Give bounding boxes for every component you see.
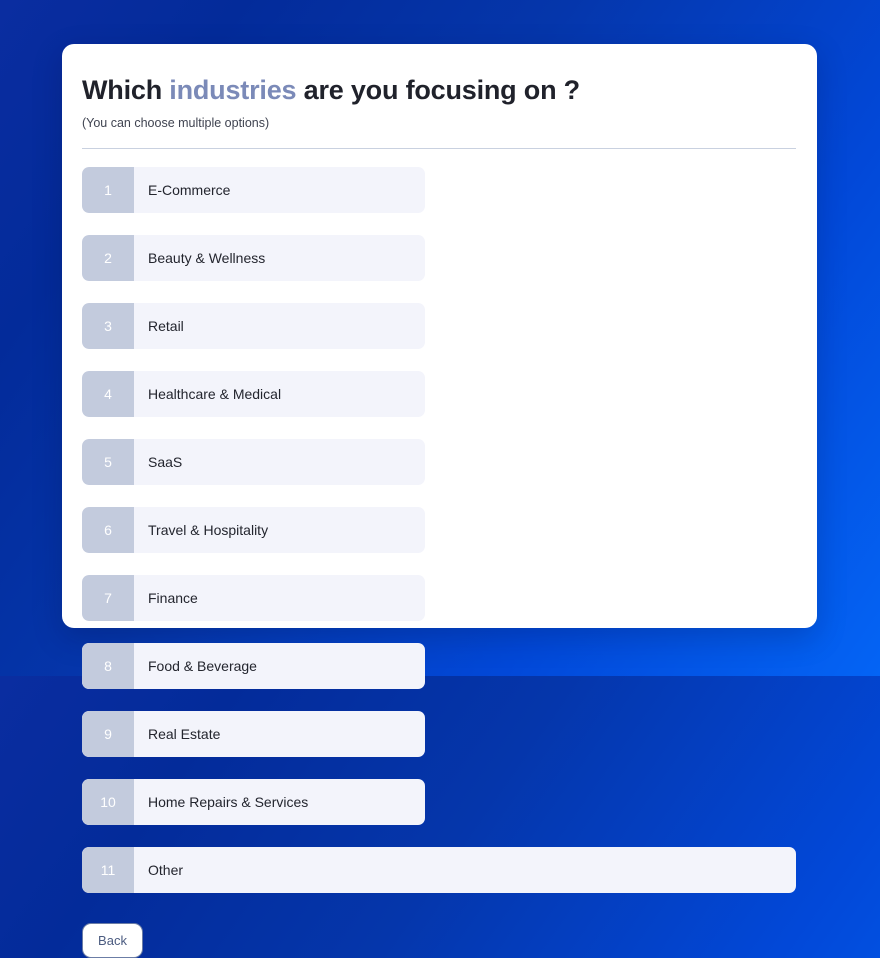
option-number-badge: 9 (82, 711, 134, 758)
industry-selection-card: Which industries are you focusing on ? (… (62, 44, 817, 958)
option-other[interactable]: 11 Other (82, 847, 796, 894)
page-title: Which industries are you focusing on ? (82, 74, 796, 106)
industry-options-list: 1 E-Commerce 2 Beauty & Wellness 3 Retai… (82, 167, 796, 894)
option-number-badge: 10 (82, 779, 134, 826)
option-label: Beauty & Wellness (148, 250, 266, 267)
option-number-badge: 8 (82, 643, 134, 690)
option-number-badge: 2 (82, 235, 134, 282)
option-food-beverage[interactable]: 8 Food & Beverage (82, 643, 425, 690)
option-label: Healthcare & Medical (148, 386, 282, 403)
page-title-highlight: industries (169, 75, 297, 105)
option-finance[interactable]: 7 Finance (82, 575, 425, 622)
option-label: Other (148, 862, 184, 879)
option-label: SaaS (148, 454, 183, 471)
header-divider (82, 148, 796, 150)
page-subtitle: (You can choose multiple options) (82, 116, 270, 131)
option-e-commerce[interactable]: 1 E-Commerce (82, 167, 425, 214)
option-number-badge: 3 (82, 303, 134, 350)
page-title-before: Which (82, 75, 170, 105)
back-button[interactable]: Back (82, 923, 143, 958)
card-footer: Back (82, 923, 796, 958)
option-number-badge: 7 (82, 575, 134, 622)
option-healthcare-medical[interactable]: 4 Healthcare & Medical (82, 371, 425, 418)
option-label: Home Repairs & Services (148, 794, 309, 811)
option-retail[interactable]: 3 Retail (82, 303, 425, 350)
option-number-badge: 1 (82, 167, 134, 214)
option-home-repairs-services[interactable]: 10 Home Repairs & Services (82, 779, 425, 826)
option-beauty-wellness[interactable]: 2 Beauty & Wellness (82, 235, 425, 282)
option-real-estate[interactable]: 9 Real Estate (82, 711, 425, 758)
option-label: Real Estate (148, 726, 221, 743)
option-label: Travel & Hospitality (148, 522, 269, 539)
option-number-badge: 6 (82, 507, 134, 554)
option-saas[interactable]: 5 SaaS (82, 439, 425, 486)
option-label: Retail (148, 318, 184, 335)
option-label: E-Commerce (148, 182, 231, 199)
option-label: Finance (148, 590, 198, 607)
option-number-badge: 11 (82, 847, 134, 894)
option-label: Food & Beverage (148, 658, 257, 675)
option-number-badge: 4 (82, 371, 134, 418)
page-title-after: are you focusing on ? (296, 75, 581, 105)
option-travel-hospitality[interactable]: 6 Travel & Hospitality (82, 507, 425, 554)
option-number-badge: 5 (82, 439, 134, 486)
